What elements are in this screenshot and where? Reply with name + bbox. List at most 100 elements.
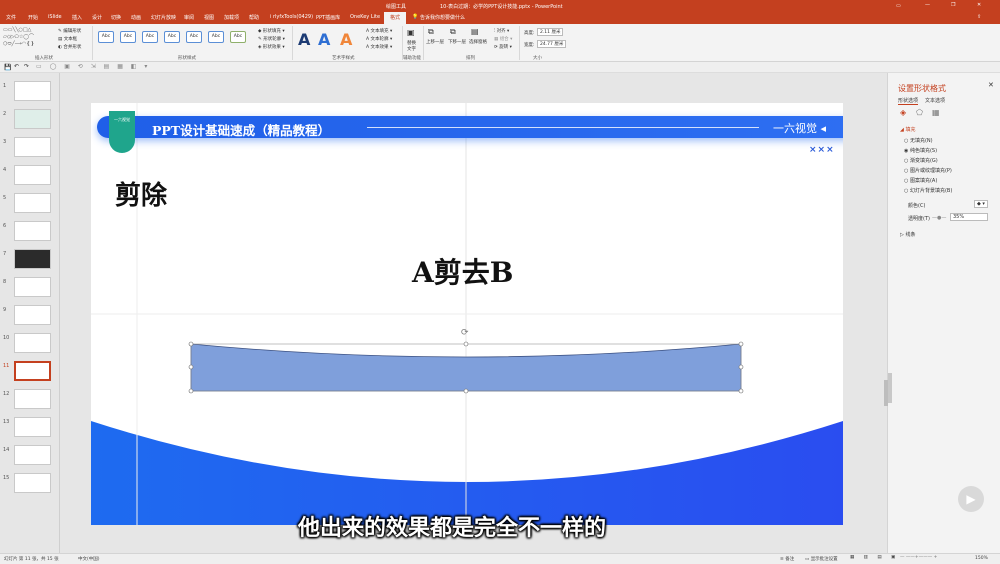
wordart-style-2[interactable]: A — [318, 30, 330, 49]
slide-thumbnail[interactable] — [14, 109, 51, 129]
shape-outline-button[interactable]: ✎ 形状轮廓 ▾ — [258, 36, 285, 42]
shape-fill-button[interactable]: ◆ 形状填充 ▾ — [258, 28, 285, 34]
bring-forward-button[interactable]: 上移一层 — [426, 39, 444, 45]
slide-thumbnail[interactable] — [14, 445, 51, 465]
slide-thumbnail[interactable] — [14, 333, 51, 353]
tab-transitions[interactable]: 切换 — [111, 14, 121, 21]
zoom-slider[interactable]: — ——+——— + — [900, 555, 937, 560]
align-button[interactable]: ⫶ 对齐 ▾ — [494, 28, 509, 34]
ribbon-display-icon[interactable]: ▭ — [896, 3, 901, 9]
fill-option-pattern[interactable]: ○ 图案填充(A) — [904, 177, 937, 184]
view-buttons[interactable]: ▦ ▥ ▤ ▣ — [850, 555, 899, 560]
maximize-icon[interactable]: ❐ — [951, 2, 955, 8]
play-overlay-icon[interactable]: ▶ — [958, 486, 984, 512]
slide-thumbnail[interactable] — [14, 165, 51, 185]
shapes-gallery[interactable]: ▭▭╲╲○□△ ▱◇▷⬠☆◯⌒ ⬡⬭╱⟶◠❴❵ — [3, 27, 53, 51]
fill-option-picture[interactable]: ○ 图片或纹理填充(P) — [904, 167, 952, 174]
tab-addins[interactable]: 加载项 — [224, 14, 239, 21]
tab-slideshow[interactable]: 幻灯片放映 — [151, 14, 176, 21]
close-icon[interactable]: ✕ — [977, 2, 981, 8]
zoom-level[interactable]: 150% — [975, 556, 988, 561]
style-swatch-5[interactable]: Abc — [186, 31, 202, 43]
tell-me-search[interactable]: 告诉我你想要做什么 — [420, 14, 465, 21]
rotate-button[interactable]: ⟳ 旋转 ▾ — [494, 44, 512, 50]
textbox-button[interactable]: ▤ 文本框 — [58, 36, 77, 42]
text-fill-button[interactable]: A 文本填充 ▾ — [366, 28, 392, 34]
style-swatch-7[interactable]: Abc — [230, 31, 246, 43]
tab-rlyfxtools[interactable]: i rlyfxTools(0429) — [270, 14, 313, 20]
slide-thumbnail[interactable] — [14, 137, 51, 157]
slide-number: 14 — [3, 447, 10, 453]
group-button[interactable]: ▦ 组合 ▾ — [494, 36, 512, 42]
slide-thumbnail[interactable] — [14, 221, 51, 241]
color-picker[interactable]: ◆ ▾ — [974, 200, 988, 208]
tab-review[interactable]: 审阅 — [184, 14, 194, 21]
tab-design[interactable]: 设计 — [92, 14, 102, 21]
slide-thumbnail[interactable] — [14, 193, 51, 213]
merge-shapes-button[interactable]: ◐ 合并形状 — [58, 44, 81, 50]
height-input[interactable]: 2.11 厘米 — [537, 28, 564, 36]
selection-pane-button[interactable]: 选择窗格 — [469, 39, 487, 45]
send-backward-button[interactable]: 下移一层 — [448, 39, 466, 45]
fill-option-none[interactable]: ○ 无填充(N) — [904, 137, 933, 144]
width-input[interactable]: 24.77 厘米 — [537, 40, 567, 48]
tab-islide[interactable]: iSlide — [48, 14, 62, 20]
tab-view[interactable]: 视图 — [204, 14, 214, 21]
qat-extra-icons[interactable]: ▭ ◯ ▣ ⟲ ⇲ ▤ ▦ ◧ ▾ — [36, 63, 150, 70]
edit-shape-button[interactable]: ✎ 编辑形状 — [58, 28, 81, 34]
tab-onekey[interactable]: OneKey Lite — [350, 14, 380, 20]
line-section[interactable]: ▷ 线条 — [900, 231, 915, 238]
fill-line-icon[interactable]: ◈ — [900, 108, 906, 117]
effects-icon[interactable]: ⬠ — [916, 108, 923, 117]
tab-shape-options[interactable]: 形状选项 — [898, 97, 919, 105]
notes-button[interactable]: ≡ 备注 — [780, 556, 794, 562]
slide-thumbnail-active[interactable] — [14, 361, 51, 381]
tab-text-options[interactable]: 文本选项 — [925, 97, 945, 104]
text-effects-button[interactable]: A 文本效果 ▾ — [366, 44, 392, 50]
slide-thumbnail[interactable] — [14, 81, 51, 101]
slide-thumbnail[interactable] — [14, 249, 51, 269]
fill-section[interactable]: ◢ 填充 — [900, 126, 915, 133]
scrollbar[interactable] — [888, 373, 892, 403]
text-outline-button[interactable]: A 文本轮廓 ▾ — [366, 36, 392, 42]
tab-home[interactable]: 开始 — [28, 14, 38, 21]
minimize-icon[interactable]: — — [925, 2, 930, 8]
wordart-style-3[interactable]: A — [340, 30, 352, 49]
fill-option-solid[interactable]: ◉ 纯色填充(S) — [904, 147, 937, 154]
tab-ppt-illustrations[interactable]: PPT插画库 — [316, 14, 340, 21]
slide-thumbnail[interactable] — [14, 389, 51, 409]
style-swatch-4[interactable]: Abc — [164, 31, 180, 43]
style-swatch-1[interactable]: Abc — [98, 31, 114, 43]
transparency-input[interactable]: 35% — [950, 213, 988, 221]
save-icon[interactable]: 💾 — [4, 64, 11, 71]
redo-icon[interactable]: ↷ — [24, 63, 29, 70]
tab-format[interactable]: 格式 — [384, 12, 406, 24]
close-pane-icon[interactable]: ✕ — [988, 81, 994, 89]
shape-effects-button[interactable]: ◈ 形状效果 ▾ — [258, 44, 285, 50]
editor-scrollbar[interactable] — [884, 380, 888, 406]
tab-file[interactable]: 文件 — [6, 14, 16, 21]
style-swatch-3[interactable]: Abc — [142, 31, 158, 43]
size-properties-icon[interactable]: ▦ — [932, 108, 940, 117]
tab-animations[interactable]: 动画 — [131, 14, 141, 21]
fill-option-gradient[interactable]: ○ 渐变填充(G) — [904, 157, 938, 164]
slide-thumbnail[interactable] — [14, 417, 51, 437]
undo-icon[interactable]: ↶ — [14, 63, 19, 70]
slide-thumbnail[interactable] — [14, 305, 51, 325]
wordart-style-1[interactable]: A — [298, 30, 310, 49]
alt-text-button[interactable]: 替换文字 — [407, 40, 419, 52]
fill-option-background[interactable]: ○ 幻灯片背景填充(B) — [904, 187, 952, 194]
tab-insert[interactable]: 插入 — [72, 14, 82, 21]
tab-help[interactable]: 帮助 — [249, 14, 259, 21]
style-swatch-6[interactable]: Abc — [208, 31, 224, 43]
selected-shape[interactable]: ⟳ — [186, 325, 746, 397]
slide-canvas[interactable]: PPT设计基础速成（精品教程） 一六视觉 ◂ 一六视觉 ××× 剪除 A剪去B … — [91, 103, 843, 525]
share-button[interactable]: ⇪ — [977, 14, 981, 20]
style-swatch-2[interactable]: Abc — [120, 31, 136, 43]
slide-heading[interactable]: 剪除 — [115, 175, 167, 212]
slide-thumbnail[interactable] — [14, 473, 51, 493]
comments-button[interactable]: ▭ 显示批注设置 — [805, 556, 838, 562]
transparency-slider[interactable]: —●— — [932, 215, 946, 221]
slide-subheading[interactable]: A剪去B — [412, 251, 513, 291]
slide-thumbnail[interactable] — [14, 277, 51, 297]
